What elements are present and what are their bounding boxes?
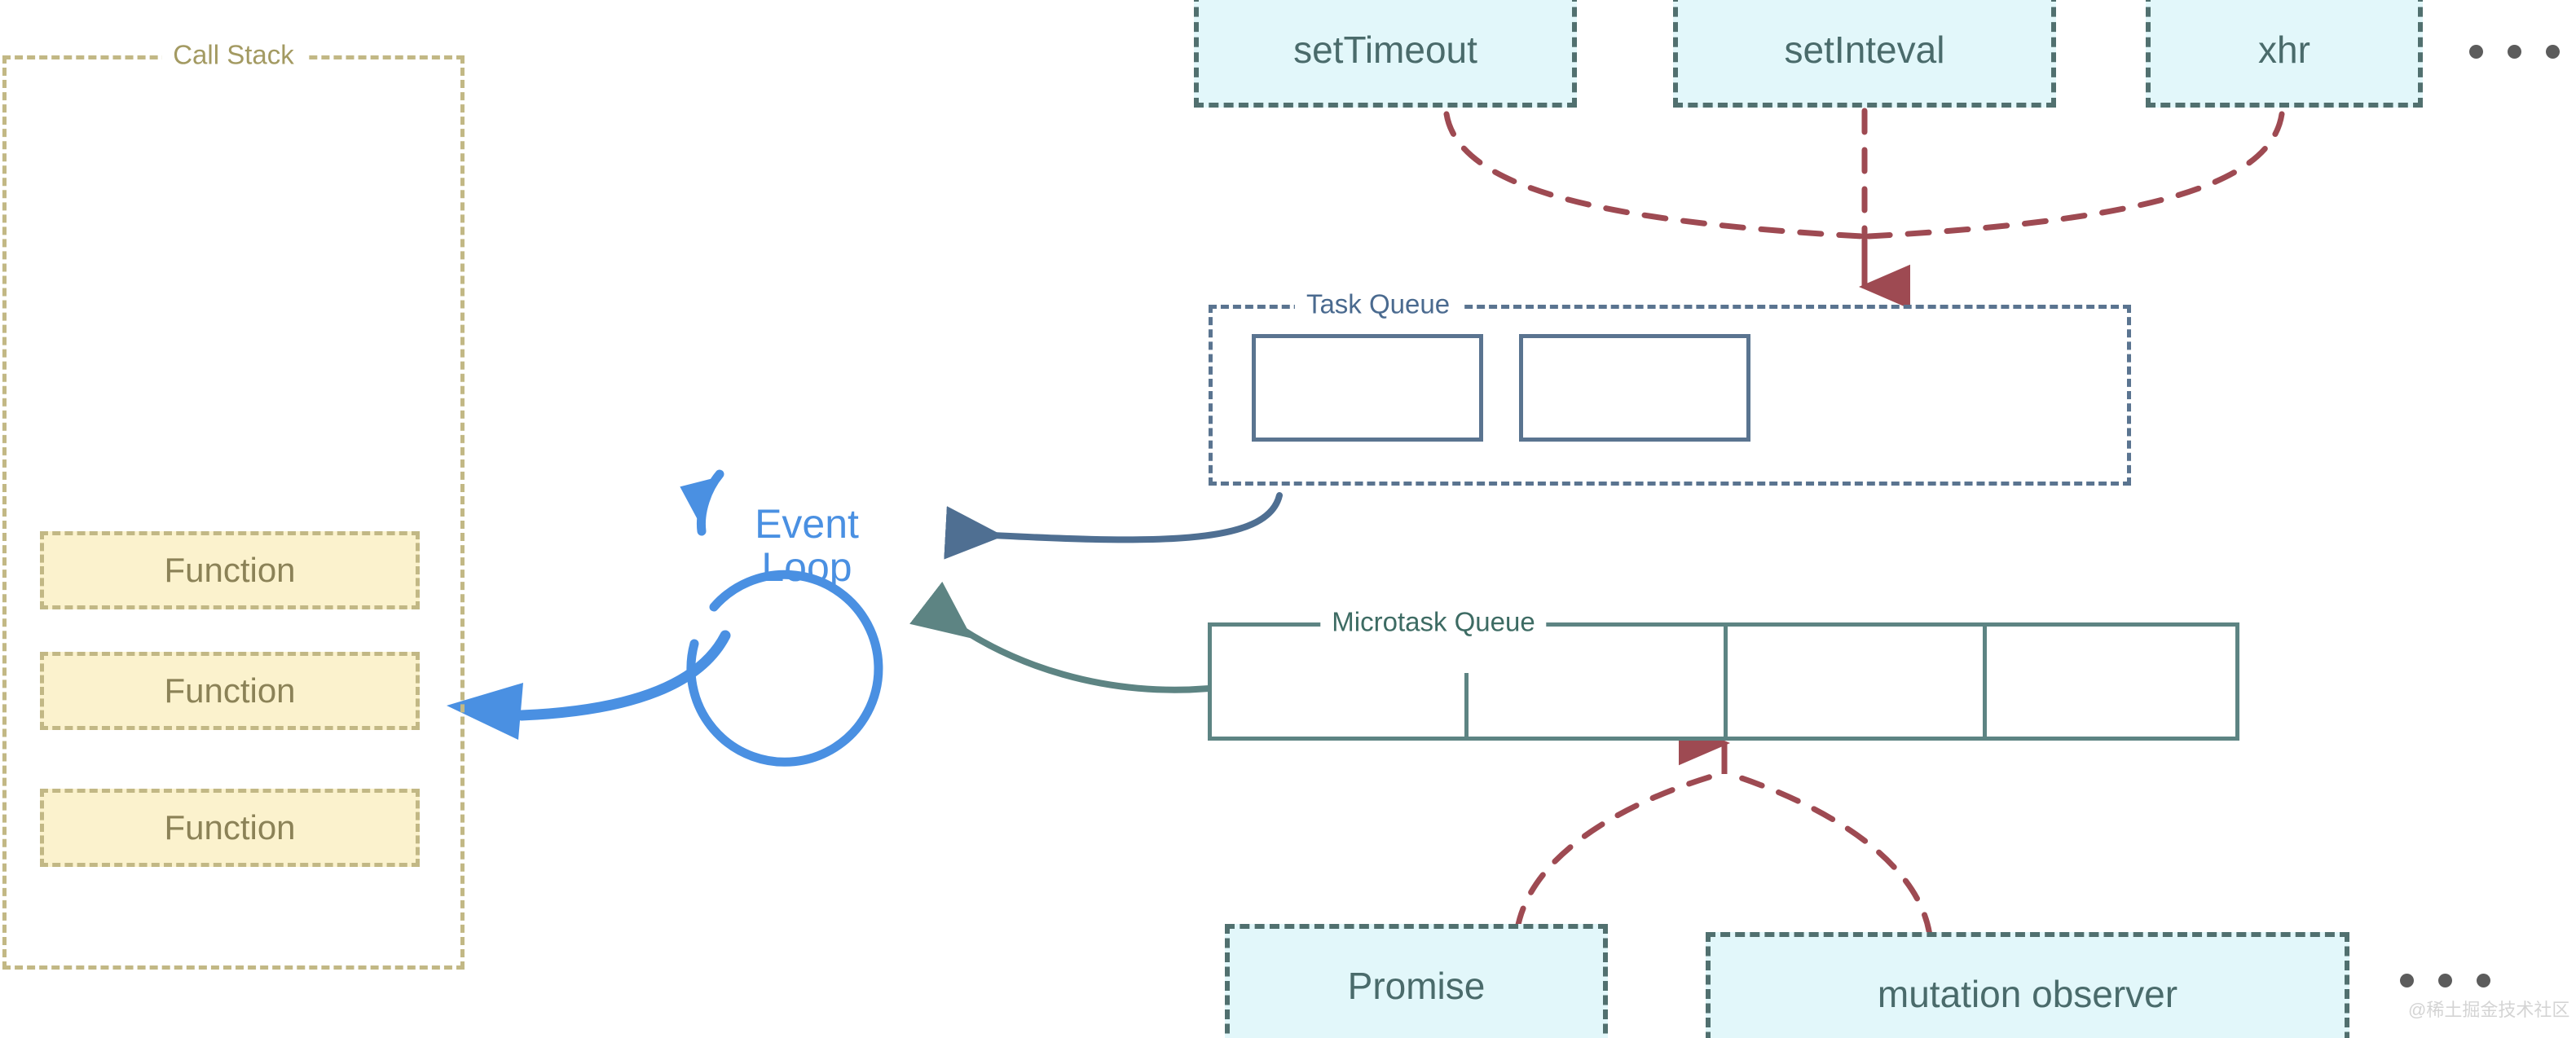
call-stack-label: Call Stack bbox=[161, 41, 306, 68]
task-queue-panel: Task Queue bbox=[1209, 290, 2131, 486]
microtask-queue-divider bbox=[1464, 673, 1469, 741]
browser-api-more-dots bbox=[2469, 45, 2560, 59]
call-stack-frame[interactable]: Function bbox=[40, 531, 420, 609]
browser-api-xhr[interactable]: xhr bbox=[2146, 0, 2423, 108]
arrow-settimeout-to-task-queue bbox=[1443, 111, 1865, 240]
call-stack-frame[interactable]: Function bbox=[40, 652, 420, 730]
call-stack-frame[interactable]: Function bbox=[40, 789, 420, 867]
microtask-queue-panel: Microtask Queue bbox=[1208, 608, 2239, 741]
event-loop-label-line1: Event bbox=[755, 501, 859, 547]
event-loop-label: Event Loop bbox=[685, 424, 929, 668]
task-queue-slot[interactable] bbox=[1252, 334, 1483, 442]
event-loop-label-line2: Loop bbox=[761, 544, 852, 590]
microtask-queue-divider bbox=[1983, 622, 1987, 741]
browser-api-settimeout[interactable]: setTimeout bbox=[1194, 0, 1577, 108]
microtask-source-more-dots bbox=[2400, 974, 2490, 987]
ellipsis-dot bbox=[2508, 45, 2521, 59]
arrow-promise-to-microtask-queue bbox=[1514, 771, 1723, 932]
call-stack-panel: Call Stack Function Function Function bbox=[2, 41, 465, 970]
arrow-xhr-to-task-queue bbox=[1865, 111, 2285, 240]
microtask-queue-divider bbox=[1724, 622, 1728, 741]
ellipsis-dot bbox=[2438, 974, 2452, 987]
browser-api-setinteval[interactable]: setInteval bbox=[1673, 0, 2056, 108]
event-loop-node[interactable]: Event Loop bbox=[685, 424, 929, 668]
event-loop-diagram: Call Stack Function Function Function Ev… bbox=[0, 0, 2576, 1038]
microtask-queue-label: Microtask Queue bbox=[1320, 608, 1547, 636]
arrow-task-queue-to-event-loop bbox=[944, 492, 1283, 560]
microtask-source-mutation-observer[interactable]: mutation observer bbox=[1706, 932, 2349, 1038]
task-queue-slot[interactable] bbox=[1519, 334, 1750, 442]
watermark: @稀土掘金技术社区 bbox=[2408, 1000, 2570, 1020]
task-queue-label: Task Queue bbox=[1294, 290, 1462, 318]
ellipsis-dot bbox=[2546, 45, 2560, 59]
ellipsis-dot bbox=[2469, 45, 2483, 59]
arrow-microtask-queue-to-event-loop bbox=[909, 581, 1213, 693]
ellipsis-dot bbox=[2400, 974, 2414, 987]
microtask-source-promise[interactable]: Promise bbox=[1225, 924, 1608, 1038]
arrow-mutation-observer-to-microtask-queue bbox=[1726, 771, 1933, 939]
ellipsis-dot bbox=[2477, 974, 2490, 987]
